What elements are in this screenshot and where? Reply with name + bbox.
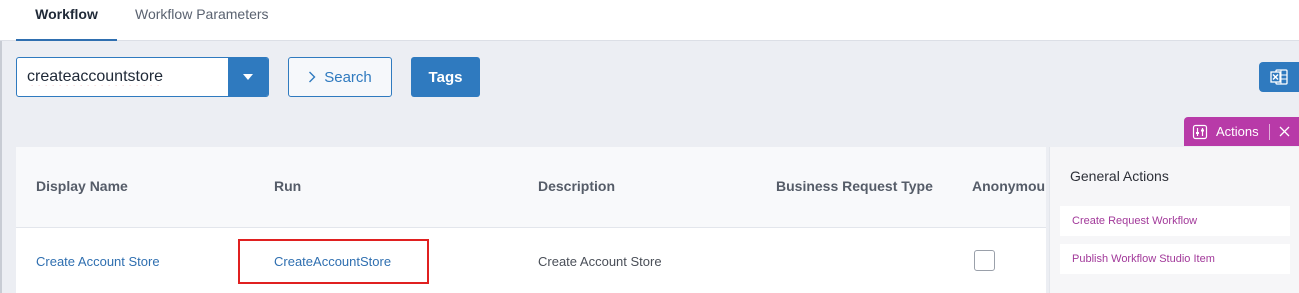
column-header-anonymous[interactable]: Anonymou [972,178,1045,194]
column-header-run[interactable]: Run [274,178,301,194]
tags-button[interactable]: Tags [411,57,480,97]
chevron-right-icon [309,71,316,83]
general-actions-panel: General Actions Create Request Workflow … [1049,147,1299,293]
export-excel-button[interactable] [1259,62,1299,92]
combobox-dropdown-button[interactable] [228,58,268,96]
tab-workflow[interactable]: Workflow [16,0,117,41]
workflow-combobox[interactable] [16,57,269,97]
close-actions-button[interactable] [1278,125,1292,139]
tags-button-label: Tags [428,68,463,86]
description-cell: Create Account Store [538,254,662,269]
column-header-display-name[interactable]: Display Name [36,178,128,194]
left-border [0,41,2,293]
search-button[interactable]: Search [288,57,392,97]
panel-title: General Actions [1070,168,1169,184]
actions-tab-divider [1268,123,1270,140]
workflow-search-input[interactable] [17,58,229,96]
anonymous-checkbox[interactable] [974,250,995,271]
actions-toggle-label[interactable]: Actions [1216,124,1259,139]
publish-workflow-studio-item-action[interactable]: Publish Workflow Studio Item [1060,244,1290,274]
sliders-icon [1192,124,1208,140]
workflow-table: Display Name Run Description Business Re… [16,147,1046,293]
tab-workflow-parameters[interactable]: Workflow Parameters [135,0,269,41]
table-header: Display Name Run Description Business Re… [16,147,1046,228]
column-header-business-request-type[interactable]: Business Request Type [776,178,933,194]
actions-panel-tab: Actions [1184,117,1299,146]
close-icon [1279,126,1290,137]
highlight-box [238,239,429,284]
column-header-description[interactable]: Description [538,178,615,194]
search-button-label: Search [324,68,372,86]
excel-icon [1270,69,1288,85]
display-name-link[interactable]: Create Account Store [36,254,160,269]
create-request-workflow-action[interactable]: Create Request Workflow [1060,206,1290,236]
caret-down-icon [243,74,253,80]
tab-bar: Workflow Workflow Parameters [0,0,1299,41]
